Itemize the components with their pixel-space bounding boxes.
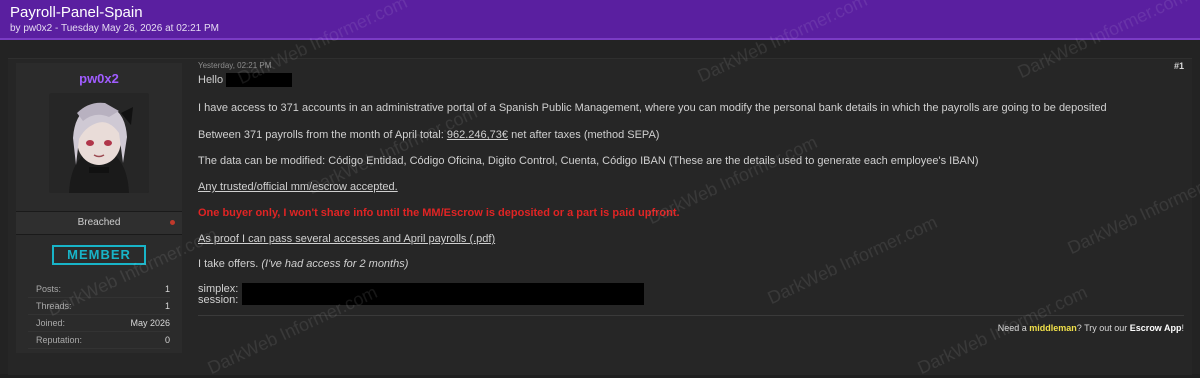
offline-status-icon [170, 220, 175, 225]
user-sidebar: pw0x2 Breached MEMBER Posts: 1 Threads: … [16, 63, 182, 353]
stat-row: Joined: May 2026 [28, 315, 170, 332]
post-greeting: Hello [198, 73, 293, 87]
promo-text-c: ? Try out our [1076, 323, 1130, 333]
redaction-block [242, 283, 644, 305]
escrow-promo: Need a middleman? Try out our Escrow App… [998, 323, 1184, 333]
avatar-image [49, 93, 149, 193]
stat-row: Threads: 1 [28, 298, 170, 315]
avatar[interactable] [49, 93, 149, 193]
stat-value: May 2026 [130, 318, 170, 328]
stat-value: 1 [164, 301, 170, 311]
status-label: Breached [77, 217, 121, 228]
stat-value: 1 [164, 284, 170, 294]
signature-divider [198, 315, 1184, 316]
post: pw0x2 Breached MEMBER Posts: 1 Threads: … [8, 58, 1192, 375]
post-paragraph-6: As proof I can pass several accesses and… [198, 233, 496, 245]
stat-label: Joined: [36, 318, 66, 328]
p7-text-b: (I've had access for 2 months) [261, 258, 409, 270]
user-stats: Posts: 1 Threads: 1 Joined: May 2026 Rep… [28, 281, 170, 349]
p2-text-b: net after taxes (method SEPA) [508, 129, 660, 141]
thread-body: pw0x2 Breached MEMBER Posts: 1 Threads: … [0, 40, 1200, 375]
payroll-amount: 962.246,73€ [446, 129, 509, 141]
post-number[interactable]: #1 [1174, 61, 1184, 71]
post-paragraph-4: Any trusted/official mm/escrow accepted. [198, 181, 398, 193]
post-content: Yesterday, 02:21 PM #1 Hello I have acce… [198, 59, 1184, 359]
contact-session: session: [198, 294, 239, 306]
stat-row: Reputation: 0 [28, 332, 170, 349]
rank-badge: MEMBER [52, 245, 146, 265]
redaction-block [226, 73, 293, 87]
p2-text-a: Between 371 payrolls from the month of A… [198, 129, 447, 141]
post-paragraph-5: One buyer only, I won't share info until… [198, 207, 680, 219]
thread-meta: by pw0x2 - Tuesday May 26, 2026 at 02:21… [10, 23, 220, 34]
post-paragraph-2: Between 371 payrolls from the month of A… [198, 129, 659, 141]
promo-text-a: Need a [997, 323, 1030, 333]
stat-label: Posts: [36, 284, 62, 294]
stat-value: 0 [164, 335, 170, 345]
username[interactable]: pw0x2 [16, 71, 182, 86]
post-paragraph-3: The data can be modified: Código Entidad… [198, 155, 979, 167]
post-paragraph-1: I have access to 371 accounts in an admi… [198, 102, 1107, 114]
post-date: Yesterday, 02:21 PM [198, 61, 272, 70]
thread-title[interactable]: Payroll-Panel-Spain [10, 4, 143, 21]
promo-text-e: ! [1181, 323, 1184, 333]
stat-row: Posts: 1 [28, 281, 170, 298]
p7-text-a: I take offers. [198, 258, 262, 270]
stat-label: Threads: [36, 301, 72, 311]
user-status: Breached [16, 211, 182, 235]
thread-header: Payroll-Panel-Spain by pw0x2 - Tuesday M… [0, 0, 1200, 40]
middleman-link[interactable]: middleman [1029, 323, 1077, 333]
greeting-text: Hello [198, 73, 224, 86]
stat-label: Reputation: [36, 335, 83, 345]
escrow-app-link[interactable]: Escrow App [1130, 323, 1182, 333]
post-paragraph-7: I take offers. (I've had access for 2 mo… [198, 258, 408, 270]
